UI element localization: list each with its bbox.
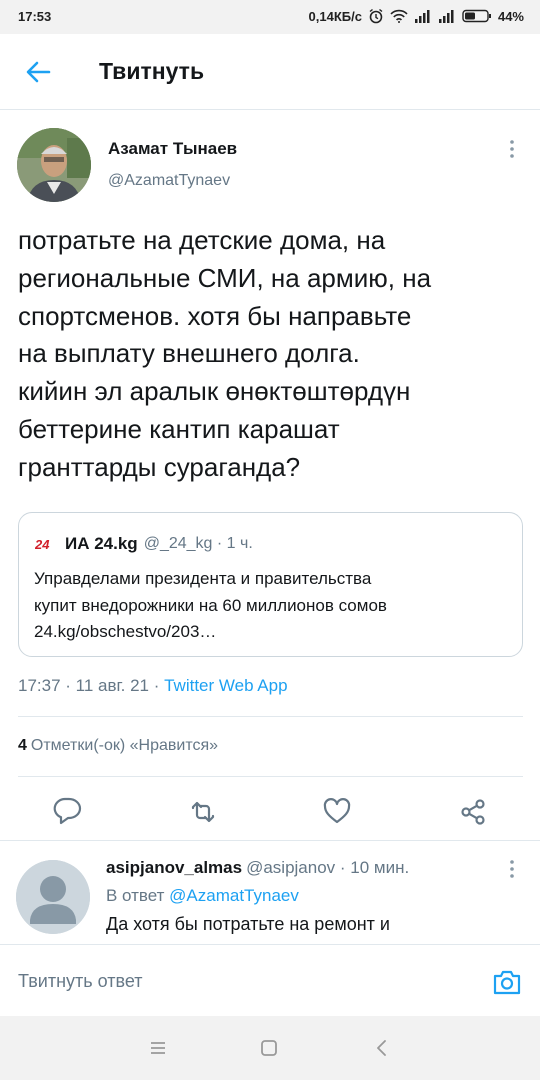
status-bar: 17:53 0,14КБ/с 44% [0,0,540,34]
wifi-icon [390,9,408,23]
tweet-line: спортсменов. хотя бы направьте [18,300,412,331]
news-logo-icon: 24 [35,537,50,551]
share-icon[interactable] [458,797,488,827]
quoted-author-name: ИА 24.kg [65,534,138,553]
divider [0,840,540,841]
author-avatar[interactable] [17,128,91,202]
tweet-line: гранттарды сураганда? [18,451,301,482]
reply-compose-bar[interactable]: Твитнуть ответ [0,944,540,1016]
reply-author-handle: @asipjanov · 10 мин. [246,858,410,877]
battery-icon [462,9,491,23]
signal-icon-1 [414,10,430,23]
quoted-line: Управделами президента и правительства [34,569,372,588]
quoted-line: 24.kg/obschestvo/203… [34,622,217,641]
tweet-line: беттерине кантип карашат [18,413,340,444]
reply-icon[interactable] [52,795,82,825]
page-title: Твитнуть [99,58,205,84]
likes-count: 4 [18,737,27,754]
home-icon[interactable] [259,1038,279,1058]
quoted-tweet-card[interactable]: 24 ИА 24.kg @_24_kg · 1 ч. Управделами п… [18,512,523,657]
alarm-icon [369,8,383,24]
reply-input[interactable]: Твитнуть ответ [18,971,143,992]
tweet-source-link[interactable]: Twitter Web App [164,676,287,695]
reply-avatar[interactable] [16,860,90,934]
more-vertical-icon[interactable] [509,859,515,879]
reply-header: asipjanov_almas @asipjanov · 10 мин. [106,858,409,878]
more-vertical-icon[interactable] [509,139,515,159]
retweet-icon[interactable] [188,797,218,827]
tweet-timestamp: 17:37 · 11 авг. 21 · [18,676,165,695]
menu-icon[interactable] [148,1038,168,1058]
like-icon[interactable] [322,796,352,826]
tweet-line: на выплату внешнего долга. [18,338,360,369]
reply-text: Да хотя бы потратьте на ремонт и [106,914,390,934]
author-name[interactable]: Азамат Тынаев [108,139,237,159]
tweet-meta: 17:37 · 11 авг. 21 · Twitter Web App [18,676,288,696]
reply-author-name[interactable]: asipjanov_almas [106,858,242,877]
reply-to-mention[interactable]: @AzamatTynaev [169,886,299,905]
likes-summary[interactable]: 4 Отметки(-ок) «Нравится» [18,737,218,755]
author-handle[interactable]: @AzamatTynaev [108,172,230,190]
reply-to-prefix: В ответ [106,886,170,905]
quoted-line: купит внедорожники на 60 миллионов сомов [34,595,387,615]
divider [18,716,523,717]
signal-icon-2 [438,10,454,23]
app-header: Твитнуть [0,34,540,110]
arrow-left-icon[interactable] [24,58,52,86]
quoted-tweet-header: 24 ИА 24.kg @_24_kg · 1 ч. [35,534,253,554]
tweet-line: региональные СМИ, на армию, на [18,262,432,293]
battery-level: 44% [497,8,524,24]
tweet-line: кийин эл аралык өнөктөштөрдүн [18,376,411,407]
divider [18,776,523,777]
quoted-tweet-text: Управделами президента и правительства к… [34,566,504,646]
likes-label: Отметки(-ок) «Нравится» [30,737,219,754]
status-time: 17:53 [18,9,52,24]
tweet-line: потратьте на детские дома, на [18,225,386,255]
news-logo-text: 24 [35,537,50,551]
back-nav-icon[interactable] [372,1038,392,1058]
tweet-text: потратьте на детские дома, на региональн… [18,222,523,487]
system-nav-bar [0,1016,540,1080]
quoted-author-handle: @_24_kg · 1 ч. [143,535,253,552]
reply-to: В ответ @AzamatTynaev [106,886,299,906]
camera-icon[interactable] [492,967,522,997]
network-speed: 0,14КБ/с [308,8,362,24]
